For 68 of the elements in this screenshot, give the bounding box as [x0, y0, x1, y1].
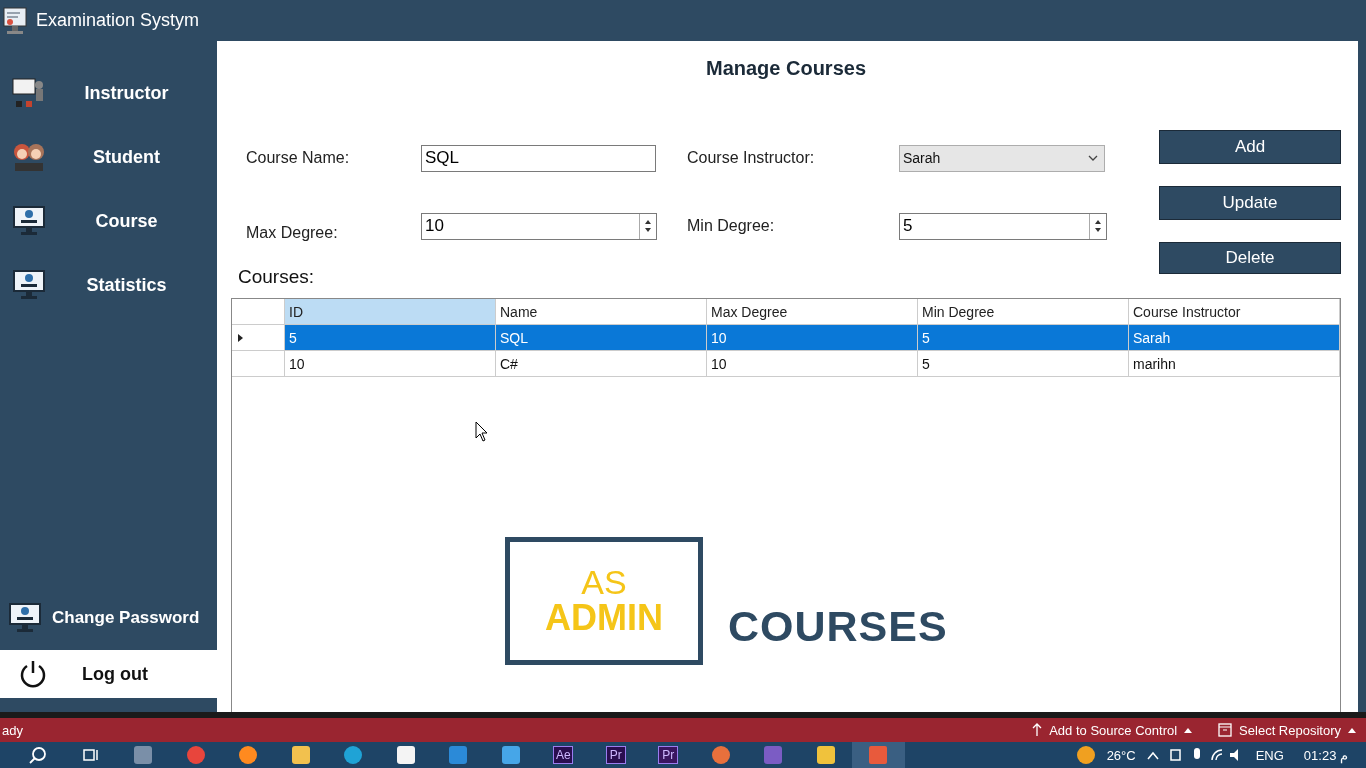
sidebar-item[interactable]: Statistics — [0, 253, 217, 317]
task-view-icon[interactable] — [81, 747, 100, 763]
course-name-field[interactable]: SQL — [421, 144, 656, 172]
field-label: Min Degree: — [687, 217, 776, 235]
sidebar-item[interactable]: Student — [0, 125, 217, 189]
table-cell: 5 — [918, 351, 1129, 377]
app-icon[interactable] — [500, 745, 521, 765]
monitor-icon — [12, 269, 46, 301]
repository-icon — [1218, 723, 1233, 737]
field-label: Max Degree: — [246, 224, 339, 242]
monitor-icon — [8, 602, 42, 634]
app-icon[interactable] — [238, 745, 259, 765]
table-cell: marihn — [1129, 351, 1340, 377]
teacher-icon — [12, 77, 46, 109]
sidebar-item[interactable]: Instructor — [0, 61, 217, 125]
header-corner-cell — [232, 299, 285, 325]
row-pointer-icon — [238, 333, 243, 342]
instructor-dropdown[interactable]: Sarah — [899, 144, 1105, 172]
sidebar-item[interactable]: Course — [0, 189, 217, 253]
table-cell: C# — [496, 351, 707, 377]
action-button[interactable]: Add — [1159, 130, 1341, 164]
monitor-icon — [2, 5, 28, 36]
chevron-down-icon — [1088, 155, 1098, 161]
app-icon[interactable]: Pr — [605, 746, 626, 764]
window-title: Examination Systym — [36, 10, 200, 31]
field-label: Course Name: — [246, 149, 351, 167]
table-cell: 10 — [707, 351, 918, 377]
app-icon[interactable] — [395, 745, 416, 765]
table-cell: Sarah — [1129, 325, 1340, 351]
title-card-text: COURSES — [728, 605, 948, 647]
caret-up-icon — [1184, 727, 1193, 733]
table-cell: 10 — [285, 351, 496, 377]
app-icon[interactable] — [815, 745, 836, 765]
column-header[interactable]: ID — [285, 299, 496, 325]
students-icon — [12, 141, 46, 173]
up-arrow-icon — [1032, 723, 1043, 737]
caret-up-icon — [1348, 727, 1356, 733]
temperature-text: 26°C — [1106, 747, 1136, 763]
app-icon[interactable] — [290, 745, 311, 765]
search-icon[interactable] — [29, 746, 48, 764]
table-cell: SQL — [496, 325, 707, 351]
weather-icon[interactable] — [1074, 744, 1097, 766]
table-row[interactable]: 5 SQL 10 5 Sarah — [232, 325, 1340, 351]
clock[interactable]: 01:23 م — [1303, 747, 1348, 763]
sidebar-item[interactable]: Change Password — [0, 586, 217, 650]
logout-button[interactable]: Log out — [0, 650, 217, 698]
language-indicator[interactable]: ENG — [1255, 747, 1284, 763]
table-cell: 10 — [707, 325, 918, 351]
section-label: Courses: — [238, 266, 316, 288]
monitor-icon — [12, 205, 46, 237]
field-label: Course Instructor: — [687, 149, 816, 167]
action-button[interactable]: Delete — [1159, 242, 1341, 274]
title-card-text: AS — [581, 565, 627, 599]
app-icon[interactable]: Pr — [658, 746, 679, 764]
source-control-button[interactable]: Add to Source Control — [1032, 722, 1193, 738]
app-icon[interactable]: Ae — [553, 746, 574, 764]
action-button[interactable]: Update — [1159, 186, 1341, 220]
mouse-cursor-icon — [475, 421, 489, 442]
table-cell: 5 — [918, 325, 1129, 351]
status-text: ady — [2, 722, 23, 738]
table-row[interactable]: 10 C# 10 5 marihn — [232, 351, 1340, 377]
page-title: Manage Courses — [704, 57, 868, 80]
repository-button[interactable]: Select Repository — [1218, 722, 1356, 738]
title-card-text: ADMIN — [545, 599, 663, 637]
table-cell: 5 — [285, 325, 496, 351]
max-degree-spinner[interactable]: 10 — [421, 212, 657, 240]
min-degree-spinner[interactable]: 5 — [899, 212, 1107, 240]
power-icon — [18, 659, 48, 689]
